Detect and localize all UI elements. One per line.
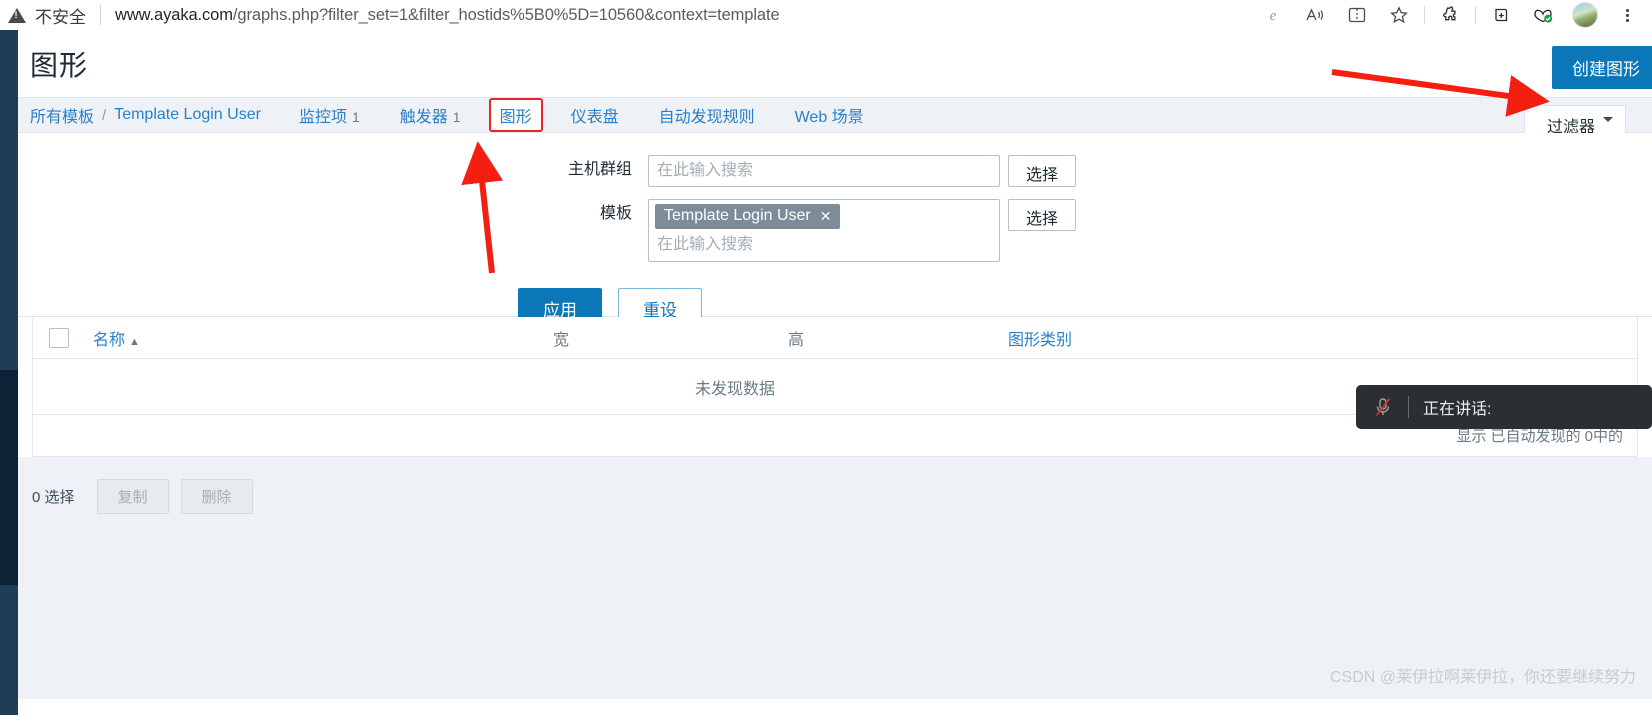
page-content: 图形 创建图形 所有模板 / Template Login User 监控项 1 … — [18, 30, 1652, 715]
sort-ascending-icon: ▲ — [129, 335, 140, 348]
sidebar-rail-active-segment — [0, 370, 18, 585]
selected-count-label: 0 选择 — [32, 488, 75, 506]
icon-group-divider-2 — [1475, 6, 1476, 24]
template-placeholder: 在此输入搜索 — [657, 236, 754, 253]
tab-triggers-label: 触发器 — [399, 109, 448, 126]
page-header: 图形 创建图形 — [18, 30, 1652, 97]
template-chip-label: Template Login User — [664, 207, 811, 224]
tab-items-count: 1 — [351, 109, 360, 125]
host-group-input[interactable]: 在此输入搜索 — [648, 155, 1000, 187]
copy-button[interactable]: 复制 — [96, 478, 169, 514]
collections-icon[interactable] — [1480, 0, 1522, 30]
template-input[interactable]: Template Login User ✕ 在此输入搜索 — [648, 199, 1000, 262]
page-title: 图形 — [30, 49, 89, 81]
column-header-height: 高 — [788, 331, 805, 349]
toast-divider — [1408, 396, 1409, 418]
svg-text:e: e — [1270, 8, 1277, 24]
delete-button[interactable]: 删除 — [180, 478, 253, 514]
toolbar-divider — [100, 5, 101, 25]
url-host: www.ayaka.com — [115, 5, 233, 24]
tab-web-scenarios-label: Web 场景 — [794, 109, 864, 126]
template-label: 模板 — [599, 205, 632, 222]
watermark-text: CSDN @莱伊拉啊莱伊拉，你还要继续努力 — [1329, 669, 1636, 686]
security-indicator[interactable]: 不安全 — [0, 3, 86, 28]
column-header-width: 宽 — [553, 331, 570, 349]
tab-dashboards-label: 仪表盘 — [570, 109, 619, 126]
select-all-checkbox[interactable] — [49, 327, 69, 348]
tab-items[interactable]: 监控项 1 — [287, 97, 372, 133]
icon-group-divider — [1424, 6, 1425, 24]
browser-essentials-icon[interactable] — [1522, 0, 1564, 30]
zabbix-page: 图形 创建图形 所有模板 / Template Login User 监控项 1 … — [0, 30, 1652, 715]
host-group-label: 主机群组 — [567, 161, 632, 178]
template-select-button[interactable]: 选择 — [1008, 199, 1077, 231]
ie-mode-icon[interactable]: e — [1252, 0, 1294, 30]
browser-action-icons: e — [1252, 0, 1652, 30]
column-header-name-label: 名称 — [93, 331, 126, 349]
profile-avatar[interactable] — [1564, 0, 1606, 30]
favorite-star-icon[interactable] — [1378, 0, 1420, 30]
tab-graphs[interactable]: 图形 — [488, 98, 543, 132]
address-bar[interactable]: www.ayaka.com/graphs.php?filter_set=1&fi… — [115, 6, 780, 25]
tab-graphs-label: 图形 — [499, 109, 532, 126]
create-graph-button[interactable]: 创建图形 — [1552, 46, 1652, 89]
sidebar-rail[interactable] — [0, 30, 18, 715]
read-aloud-icon[interactable] — [1294, 0, 1336, 30]
toast-text: 正在讲话: — [1423, 401, 1492, 418]
tab-dashboards[interactable]: 仪表盘 — [559, 97, 631, 133]
breadcrumb-all-templates[interactable]: 所有模板 — [30, 103, 94, 127]
chevron-down-icon — [1603, 117, 1613, 122]
speaking-toast: 正在讲话: — [1356, 385, 1652, 429]
host-group-placeholder: 在此输入搜索 — [657, 162, 754, 179]
breadcrumb-template-name[interactable]: Template Login User — [114, 106, 261, 124]
split-screen-icon[interactable] — [1336, 0, 1378, 30]
bulk-action-bar: 0 选择 复制 删除 — [18, 457, 1652, 519]
tab-triggers-count: 1 — [452, 109, 461, 125]
breadcrumb-separator: / — [102, 106, 107, 124]
tab-triggers[interactable]: 触发器 1 — [388, 97, 473, 133]
settings-menu-icon[interactable] — [1606, 0, 1648, 30]
host-group-row: 主机群组 在此输入搜索 选择 — [18, 155, 1652, 187]
extensions-puzzle-icon[interactable] — [1429, 0, 1471, 30]
column-header-name[interactable]: 名称 ▲ — [93, 326, 140, 350]
template-row: 模板 Template Login User ✕ 在此输入搜索 选择 — [18, 199, 1652, 262]
warning-triangle-icon — [8, 7, 26, 23]
table-header-row: 名称 ▲ 宽 高 图形类别 — [33, 317, 1637, 359]
tab-web-scenarios[interactable]: Web 场景 — [783, 97, 876, 133]
tab-discovery-rules-label: 自动发现规则 — [658, 109, 755, 126]
template-chip[interactable]: Template Login User ✕ — [655, 204, 841, 229]
remove-chip-icon[interactable]: ✕ — [820, 208, 832, 225]
host-group-select-button[interactable]: 选择 — [1008, 155, 1077, 187]
breadcrumb-tab-bar: 所有模板 / Template Login User 监控项 1 触发器 1 图形 … — [18, 97, 1652, 145]
tab-items-label: 监控项 — [298, 109, 347, 126]
url-path: /graphs.php?filter_set=1&filter_hostids%… — [232, 5, 780, 24]
security-label: 不安全 — [35, 7, 86, 27]
filter-panel: 主机群组 在此输入搜索 选择 模板 Template Login User ✕ … — [18, 133, 1652, 329]
browser-toolbar: 不安全 www.ayaka.com/graphs.php?filter_set=… — [0, 0, 1652, 30]
column-header-graph-type[interactable]: 图形类别 — [1008, 326, 1072, 350]
microphone-muted-icon[interactable] — [1370, 396, 1396, 418]
tab-discovery-rules[interactable]: 自动发现规则 — [647, 97, 767, 133]
